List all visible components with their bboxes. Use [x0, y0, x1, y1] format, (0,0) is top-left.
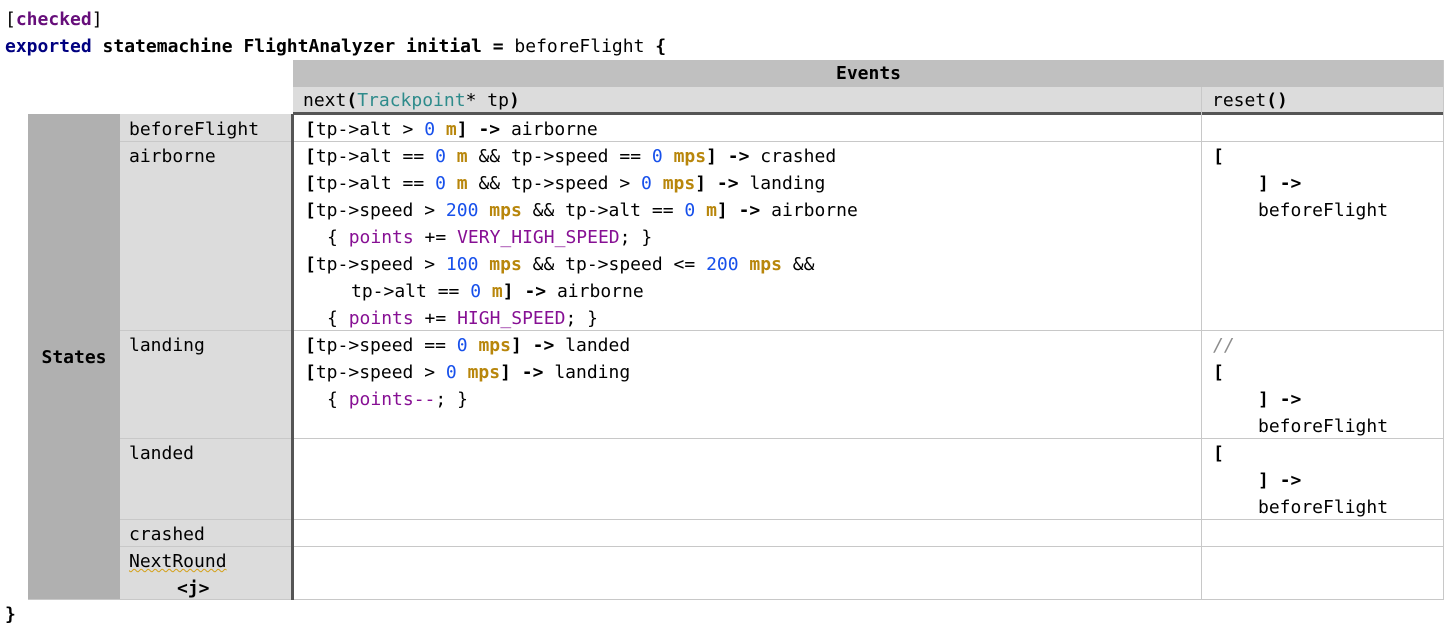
action-points-decrement[interactable]: { points--; }: [327, 386, 468, 413]
checked-annotation[interactable]: [checked]: [5, 6, 103, 33]
column-separator: [1201, 87, 1202, 600]
transition-landing-landed[interactable]: [tp->speed == 0 mps] -> landed: [305, 332, 630, 359]
reset-guard-open[interactable]: [: [1213, 440, 1224, 467]
reset-guard-open[interactable]: [: [1213, 143, 1224, 170]
row-separator: [120, 330, 1444, 331]
transition-airborne-high-cont[interactable]: tp->alt == 0 m] -> airborne: [351, 278, 644, 305]
reset-target[interactable]: beforeFlight: [1258, 494, 1388, 521]
transition-before-flight[interactable]: [tp->alt > 0 m] -> airborne: [305, 116, 598, 143]
table-bottom-border: [28, 599, 1444, 600]
reset-target[interactable]: beforeFlight: [1258, 413, 1388, 440]
transition-airborne-crashed[interactable]: [tp->alt == 0 m && tp->speed == 0 mps] -…: [305, 143, 836, 170]
row-separator: [120, 438, 1444, 439]
header-divider: [293, 112, 1444, 115]
states-label: States: [28, 114, 120, 600]
initial-state-ref[interactable]: beforeFlight: [514, 36, 644, 57]
reset-target[interactable]: beforeFlight: [1258, 197, 1388, 224]
state-airborne[interactable]: airborne: [129, 143, 216, 170]
statemachine-name[interactable]: FlightAnalyzer: [243, 36, 395, 57]
transition-airborne-high[interactable]: [tp->speed > 100 mps && tp->speed <= 200…: [305, 251, 814, 278]
closing-brace: }: [5, 604, 16, 625]
table-right-border: [1443, 60, 1444, 600]
junction-marker[interactable]: <j>: [177, 575, 210, 602]
state-landed[interactable]: landed: [129, 440, 194, 467]
reset-guard-close[interactable]: ] ->: [1258, 467, 1301, 494]
action-very-high-speed[interactable]: { points += VERY_HIGH_SPEED; }: [327, 224, 652, 251]
state-crashed[interactable]: crashed: [129, 521, 205, 548]
row-separator: [120, 519, 1444, 520]
state-divider: [291, 114, 294, 600]
reset-guard-close[interactable]: ] ->: [1258, 170, 1301, 197]
state-next-round[interactable]: NextRound: [129, 548, 227, 575]
reset-guard-open[interactable]: [: [1213, 359, 1224, 386]
state-landing[interactable]: landing: [129, 332, 205, 359]
transition-airborne-landing[interactable]: [tp->alt == 0 m && tp->speed > 0 mps] ->…: [305, 170, 825, 197]
reset-comment[interactable]: //: [1213, 332, 1235, 359]
event-next-header[interactable]: next(Trackpoint* tp): [293, 87, 1201, 114]
action-high-speed[interactable]: { points += HIGH_SPEED; }: [327, 305, 598, 332]
events-header: Events: [293, 60, 1444, 87]
event-reset-header[interactable]: reset(): [1202, 87, 1443, 114]
statemachine-header[interactable]: exported statemachine FlightAnalyzer ini…: [5, 33, 666, 60]
row-separator: [120, 546, 1444, 547]
state-before-flight[interactable]: beforeFlight: [129, 116, 259, 143]
transition-airborne-very-high[interactable]: [tp->speed > 200 mps && tp->alt == 0 m] …: [305, 197, 858, 224]
reset-guard-close[interactable]: ] ->: [1258, 386, 1301, 413]
transition-landing-landing[interactable]: [tp->speed > 0 mps] -> landing: [305, 359, 630, 386]
